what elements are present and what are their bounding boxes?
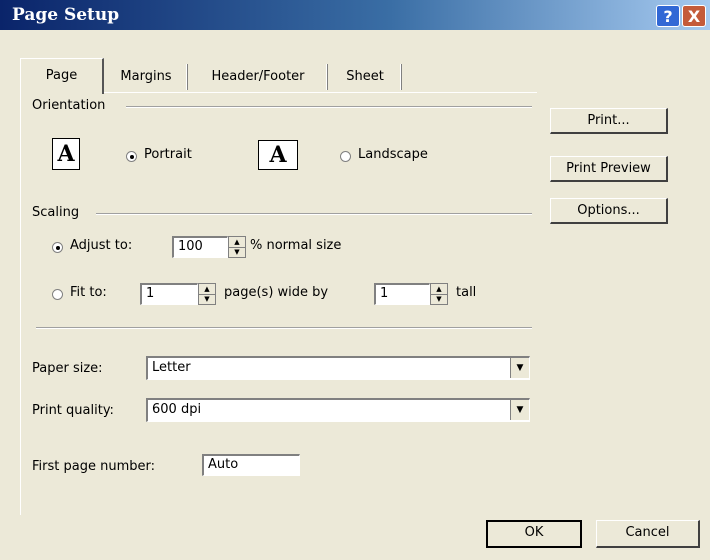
paper-size-label: Paper size: bbox=[32, 361, 103, 376]
section-divider bbox=[36, 327, 532, 329]
ok-button[interactable]: OK bbox=[486, 520, 582, 548]
tab-separator bbox=[186, 64, 188, 90]
portrait-radio[interactable] bbox=[126, 151, 137, 162]
orientation-divider bbox=[126, 106, 532, 108]
fit-wide-input[interactable]: 1 bbox=[140, 283, 198, 305]
scaling-divider bbox=[96, 213, 532, 215]
print-button[interactable]: Print... bbox=[550, 108, 668, 134]
adjust-to-radio[interactable] bbox=[52, 242, 63, 253]
tab-sheet[interactable]: Sheet bbox=[330, 64, 400, 92]
print-quality-label: Print quality: bbox=[32, 403, 114, 418]
fit-tall-input[interactable]: 1 bbox=[374, 283, 430, 305]
fit-to-label[interactable]: Fit to: bbox=[70, 285, 107, 300]
print-quality-select[interactable]: 600 dpi ▼ bbox=[146, 398, 530, 422]
tab-header-footer[interactable]: Header/Footer bbox=[190, 64, 326, 92]
tab-margins[interactable]: Margins bbox=[106, 64, 186, 92]
spin-down-icon[interactable]: ▼ bbox=[431, 294, 447, 304]
chevron-down-icon[interactable]: ▼ bbox=[510, 400, 529, 420]
paper-size-value: Letter bbox=[152, 360, 191, 375]
adjust-to-label[interactable]: Adjust to: bbox=[70, 238, 132, 253]
adjust-to-input[interactable]: 100 bbox=[172, 236, 228, 258]
print-preview-button[interactable]: Print Preview bbox=[550, 156, 668, 182]
orientation-group-label: Orientation bbox=[32, 98, 106, 113]
tab-separator bbox=[400, 64, 402, 90]
adjust-to-suffix: % normal size bbox=[250, 238, 342, 253]
print-quality-value: 600 dpi bbox=[152, 402, 202, 417]
scaling-group-label: Scaling bbox=[32, 205, 80, 220]
portrait-page-icon: A bbox=[52, 138, 80, 170]
options-button[interactable]: Options... bbox=[550, 198, 668, 224]
portrait-label[interactable]: Portrait bbox=[144, 147, 192, 162]
chevron-down-icon[interactable]: ▼ bbox=[510, 358, 529, 378]
fit-wide-suffix: page(s) wide by bbox=[224, 285, 329, 300]
tab-page[interactable]: Page bbox=[20, 58, 104, 94]
landscape-label[interactable]: Landscape bbox=[358, 147, 428, 162]
spin-down-icon[interactable]: ▼ bbox=[199, 294, 215, 304]
fit-to-radio[interactable] bbox=[52, 289, 63, 300]
window-title: Page Setup bbox=[12, 5, 120, 25]
landscape-radio[interactable] bbox=[340, 151, 351, 162]
fit-tall-spinner[interactable]: ▲ ▼ bbox=[430, 283, 448, 305]
spin-down-icon[interactable]: ▼ bbox=[229, 247, 245, 257]
help-icon[interactable]: ? bbox=[656, 5, 680, 27]
cancel-button[interactable]: Cancel bbox=[596, 520, 700, 548]
paper-size-select[interactable]: Letter ▼ bbox=[146, 356, 530, 380]
fit-wide-spinner[interactable]: ▲ ▼ bbox=[198, 283, 216, 305]
tab-separator bbox=[326, 64, 328, 90]
adjust-to-spinner[interactable]: ▲ ▼ bbox=[228, 236, 246, 258]
landscape-page-icon: A bbox=[258, 140, 298, 170]
title-bar[interactable]: Page Setup ? X bbox=[0, 0, 710, 30]
close-icon[interactable]: X bbox=[682, 5, 706, 27]
fit-tall-suffix: tall bbox=[456, 285, 477, 300]
first-page-number-input[interactable]: Auto bbox=[202, 454, 300, 476]
first-page-number-label: First page number: bbox=[32, 459, 155, 474]
